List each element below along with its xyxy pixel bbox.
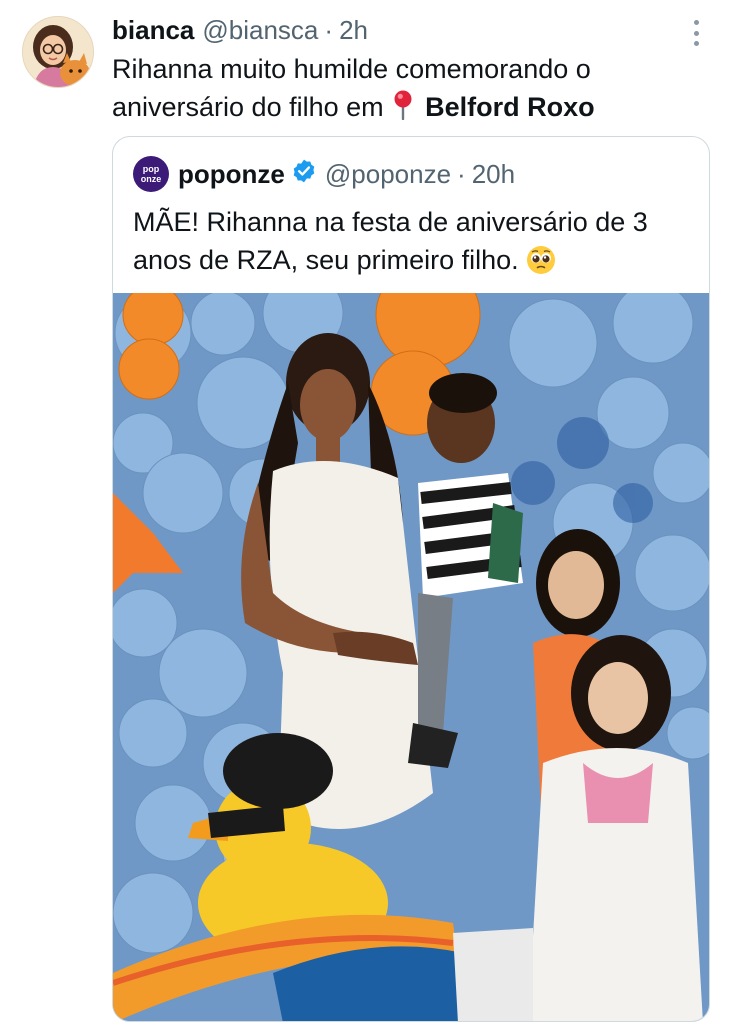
poponze-avatar[interactable]: pop onze [133, 156, 169, 192]
tweet-text: Rihanna muito humilde comemorando o aniv… [112, 50, 712, 130]
tweet-timestamp[interactable]: 2h [339, 15, 368, 46]
quoted-tweet-text: MÃE! Rihanna na festa de aniversário de … [133, 203, 703, 285]
pleading-face-icon [526, 245, 556, 285]
quoted-header-separator: · [457, 158, 466, 189]
quoted-timestamp[interactable]: 20h [472, 159, 515, 190]
tweet-photo[interactable] [113, 293, 709, 1021]
poponze-logo-top: pop [143, 164, 160, 174]
tweet[interactable]: bianca @biansca · 2h Rihanna muito humil… [0, 0, 732, 1024]
quoted-tweet[interactable]: pop onze poponze @poponze · 20h MÃE! Rih… [112, 136, 710, 1022]
poponze-logo-bottom: onze [141, 174, 162, 184]
verified-badge-icon [291, 158, 317, 191]
more-options-icon[interactable] [688, 20, 704, 46]
user-avatar[interactable] [22, 16, 94, 88]
header-separator: · [324, 14, 334, 45]
round-pushpin-icon [393, 90, 413, 130]
poponze-logo: pop onze [141, 164, 162, 184]
party-photo-illustration [113, 293, 709, 1021]
user-display-name[interactable]: bianca [112, 15, 194, 46]
location-label[interactable]: Belford Roxo [425, 92, 595, 122]
quoted-tweet-header: pop onze poponze @poponze · 20h [133, 155, 515, 193]
quoted-tweet-body: MÃE! Rihanna na festa de aniversário de … [133, 207, 648, 275]
avatar-illustration [23, 17, 93, 87]
quoted-display-name[interactable]: poponze [178, 159, 285, 190]
quoted-handle[interactable]: @poponze [325, 159, 451, 190]
user-handle[interactable]: @biansca [202, 15, 318, 46]
tweet-header: bianca @biansca · 2h [112, 12, 368, 48]
